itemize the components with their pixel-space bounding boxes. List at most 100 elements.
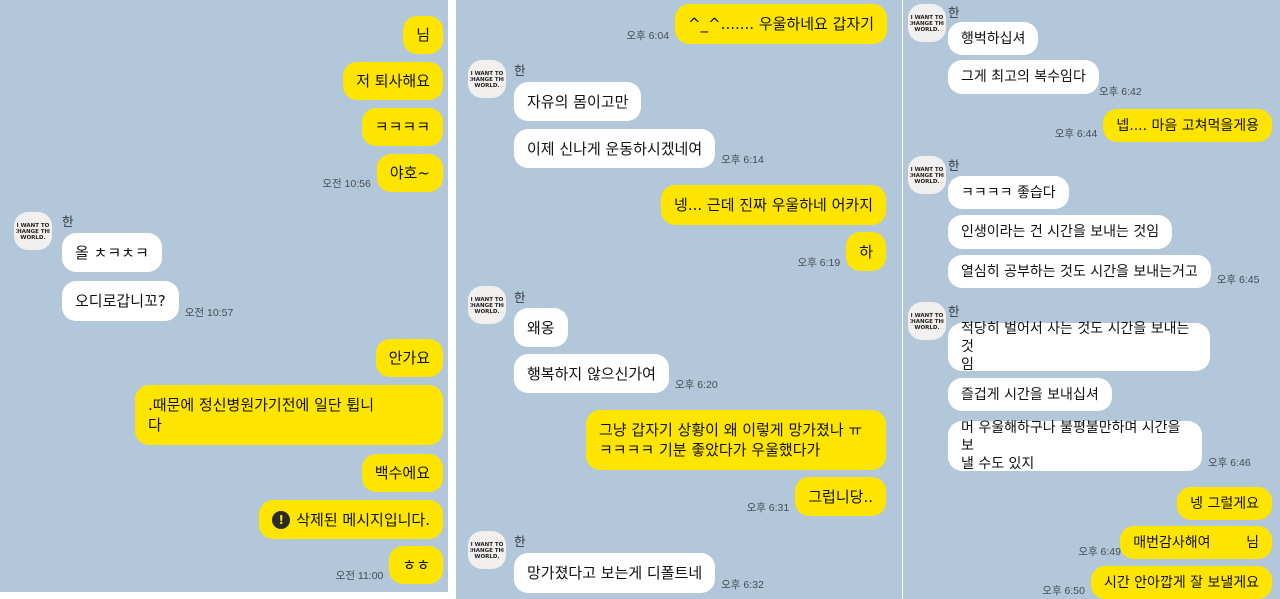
message-row: 오후 6:42 bbox=[1093, 84, 1142, 100]
avatar-logo-icon: I WANT TO CHANGE THE WORLD. bbox=[470, 71, 504, 89]
sender-name: 한 bbox=[62, 215, 74, 229]
message-row: 그게 최고의 복수임다 bbox=[948, 60, 1099, 94]
message-row: 행복하지 않으신가여 오후 6:20 bbox=[514, 354, 718, 393]
message-row: 오디로갑니꼬? 오전 10:57 bbox=[62, 281, 233, 321]
other-message-bubble[interactable]: 열심히 공부하는 것도 시간을 보내는거고 bbox=[948, 255, 1211, 288]
message-row: 안가요 bbox=[375, 339, 443, 377]
profile-avatar[interactable]: I WANT TO CHANGE THE WORLD. bbox=[468, 286, 506, 324]
other-message-bubble[interactable]: 망가졌다고 보는게 디폴트네 bbox=[514, 553, 716, 593]
message-row: 오후 6:19 하 bbox=[797, 232, 886, 271]
message-row: 오후 6:50 시간 안아깝게 잘 보낼게요 bbox=[1042, 566, 1272, 599]
sender-name: 한 bbox=[514, 291, 526, 305]
chat-panel-1[interactable]: 님 저 퇴사해요 ㅋㅋㅋㅋ 오전 10:56 야호~ I WANT TO CHA… bbox=[0, 0, 448, 599]
deleted-message-text: 삭제된 메시지입니다. bbox=[296, 510, 430, 529]
other-message-bubble[interactable]: 오디로갑니꼬? bbox=[62, 281, 179, 321]
message-row: 저 퇴사해요 bbox=[343, 62, 443, 100]
message-row: 올 ㅊㅋㅊㅋ bbox=[62, 233, 162, 272]
my-message-bubble[interactable]: 백수에요 bbox=[361, 454, 443, 492]
svg-text:WORLD.: WORLD. bbox=[474, 309, 499, 315]
my-message-bubble[interactable]: ㅋㅋㅋㅋ bbox=[361, 108, 443, 146]
message-row: 열심히 공부하는 것도 시간을 보내는거고 오후 6:45 bbox=[948, 255, 1259, 288]
message-row: 오후 6:04 ^_^....... 우울하네요 갑자기 bbox=[626, 4, 887, 44]
message-row: 왜옹 bbox=[514, 308, 568, 347]
message-row: 오전 11:00 ㅎㅎ bbox=[336, 546, 443, 584]
other-message-bubble[interactable]: 왜옹 bbox=[514, 308, 568, 347]
chat-panel-2[interactable]: 오후 6:04 ^_^....... 우울하네요 갑자기 I WANT TO C… bbox=[456, 0, 902, 599]
message-row: 님 bbox=[403, 16, 443, 54]
message-row: 매번감사해여 님 bbox=[1120, 526, 1272, 559]
profile-avatar[interactable]: I WANT TO CHANGE THE WORLD. bbox=[908, 302, 946, 340]
avatar-logo-icon: I WANT TO CHANGE THE WORLD. bbox=[910, 313, 944, 331]
other-message-bubble[interactable]: 그게 최고의 복수임다 bbox=[948, 60, 1099, 94]
svg-text:WORLD.: WORLD. bbox=[914, 27, 939, 33]
svg-text:WORLD.: WORLD. bbox=[474, 83, 499, 89]
message-row: 백수에요 bbox=[361, 454, 443, 492]
message-row: 인생이라는 건 시간을 보내는 것임 bbox=[948, 215, 1173, 249]
my-message-bubble[interactable]: 하 bbox=[846, 232, 886, 271]
profile-avatar[interactable]: I WANT TO CHANGE THE WORLD. bbox=[468, 531, 506, 569]
message-row: 넹 그럴게요 bbox=[1177, 487, 1272, 520]
other-message-bubble[interactable]: 이제 신나게 운동하시겠네여 bbox=[514, 129, 716, 168]
message-row: 그냥 갑자기 상황이 왜 이렇게 망가졌나 ㅠ ㅋㅋㅋㅋ 기분 좋았다가 우울했… bbox=[586, 410, 886, 470]
other-message-bubble[interactable]: 인생이라는 건 시간을 보내는 것임 bbox=[948, 215, 1173, 249]
message-timestamp: 오후 6:04 bbox=[626, 30, 670, 42]
my-message-bubble[interactable]: ㅎㅎ bbox=[389, 546, 443, 584]
avatar-logo-icon: I WANT TO CHANGE THE WORLD. bbox=[16, 223, 50, 241]
other-message-bubble[interactable]: 머 우울해하구나 불평불만하며 시간을 보 낼 수도 있지 bbox=[948, 420, 1202, 472]
svg-text:WORLD.: WORLD. bbox=[474, 554, 499, 560]
my-message-bubble[interactable]: 그럽니당.. bbox=[795, 477, 886, 516]
my-message-bubble[interactable]: 시간 안아깝게 잘 보낼게요 bbox=[1090, 566, 1272, 599]
my-message-bubble[interactable]: .때문에 정신병원가기전에 일단 튑니 다 bbox=[135, 385, 443, 445]
svg-text:WORLD.: WORLD. bbox=[914, 325, 939, 331]
my-message-bubble[interactable]: 님 bbox=[403, 16, 443, 54]
message-row: ㅋㅋㅋㅋ 좋습다 bbox=[948, 176, 1069, 209]
other-message-bubble[interactable]: 적당히 벌어서 사는 것도 시간을 보내는 것 임 bbox=[948, 321, 1210, 373]
message-timestamp: 오후 6:50 bbox=[1042, 585, 1085, 597]
my-message-bubble[interactable]: 그냥 갑자기 상황이 왜 이렇게 망가졌나 ㅠ ㅋㅋㅋㅋ 기분 좋았다가 우울했… bbox=[586, 410, 886, 470]
sender-name: 한 bbox=[948, 305, 960, 319]
message-row: 머 우울해하구나 불평불만하며 시간을 보 낼 수도 있지 오후 6:46 bbox=[948, 420, 1251, 472]
chat-panel-3[interactable]: I WANT TO CHANGE THE WORLD. 한 행벅하십셔 그게 최… bbox=[903, 0, 1280, 599]
message-timestamp: 오후 6:20 bbox=[674, 379, 718, 391]
avatar-logo-icon: I WANT TO CHANGE THE WORLD. bbox=[470, 542, 504, 560]
sender-name: 한 bbox=[948, 159, 960, 173]
my-message-bubble[interactable]: 넹... 근데 진짜 우울하네 어카지 bbox=[661, 185, 886, 225]
svg-text:WORLD.: WORLD. bbox=[914, 179, 939, 185]
my-message-bubble[interactable]: 안가요 bbox=[375, 339, 443, 377]
warning-icon: ! bbox=[272, 510, 291, 529]
message-row: ㅋㅋㅋㅋ bbox=[361, 108, 443, 146]
message-row: ! 삭제된 메시지입니다. bbox=[259, 500, 443, 539]
message-row: 오전 10:56 야호~ bbox=[322, 154, 443, 192]
profile-avatar[interactable]: I WANT TO CHANGE THE WORLD. bbox=[14, 212, 52, 250]
message-row: 자유의 몸이고만 bbox=[514, 82, 642, 121]
panel-bottom-strip bbox=[0, 592, 448, 599]
message-timestamp: 오후 6:14 bbox=[721, 154, 764, 166]
my-message-bubble[interactable]: 야호~ bbox=[376, 154, 443, 192]
message-timestamp: 오후 6:44 bbox=[1054, 128, 1098, 140]
deleted-message-bubble[interactable]: ! 삭제된 메시지입니다. bbox=[259, 500, 443, 539]
other-message-bubble[interactable]: 행벅하십셔 bbox=[948, 22, 1039, 55]
svg-text:WORLD.: WORLD. bbox=[20, 235, 45, 241]
sender-name: 한 bbox=[514, 535, 526, 549]
other-message-bubble[interactable]: 행복하지 않으신가여 bbox=[514, 354, 669, 393]
profile-avatar[interactable]: I WANT TO CHANGE THE WORLD. bbox=[468, 60, 506, 98]
message-timestamp: 오후 6:42 bbox=[1099, 86, 1142, 98]
my-message-bubble[interactable]: ^_^....... 우울하네요 갑자기 bbox=[675, 4, 887, 44]
message-row: 오후 6:31 그럽니당.. bbox=[747, 477, 886, 516]
profile-avatar[interactable]: I WANT TO CHANGE THE WORLD. bbox=[908, 156, 946, 194]
message-timestamp: 오후 6:19 bbox=[797, 257, 841, 269]
profile-avatar[interactable]: I WANT TO CHANGE THE WORLD. bbox=[908, 4, 946, 42]
avatar-logo-icon: I WANT TO CHANGE THE WORLD. bbox=[910, 15, 944, 33]
message-row: 오후 6:44 넵.... 마음 고쳐먹을게용 bbox=[1055, 109, 1272, 142]
other-message-bubble[interactable]: 올 ㅊㅋㅊㅋ bbox=[62, 233, 162, 272]
my-message-bubble[interactable]: 넵.... 마음 고쳐먹을게용 bbox=[1103, 109, 1272, 142]
message-row: 즐겁게 시간을 보내십셔 bbox=[948, 378, 1112, 411]
other-message-bubble[interactable]: ㅋㅋㅋㅋ 좋습다 bbox=[948, 176, 1069, 209]
avatar-logo-icon: I WANT TO CHANGE THE WORLD. bbox=[910, 167, 944, 185]
other-message-bubble[interactable]: 즐겁게 시간을 보내십셔 bbox=[948, 378, 1112, 411]
my-message-bubble[interactable]: 넹 그럴게요 bbox=[1177, 487, 1272, 520]
other-message-bubble[interactable]: 자유의 몸이고만 bbox=[514, 82, 642, 121]
my-message-bubble[interactable]: 저 퇴사해요 bbox=[343, 62, 443, 100]
message-timestamp: 오후 6:32 bbox=[721, 579, 764, 591]
my-message-bubble[interactable]: 매번감사해여 님 bbox=[1120, 526, 1272, 559]
